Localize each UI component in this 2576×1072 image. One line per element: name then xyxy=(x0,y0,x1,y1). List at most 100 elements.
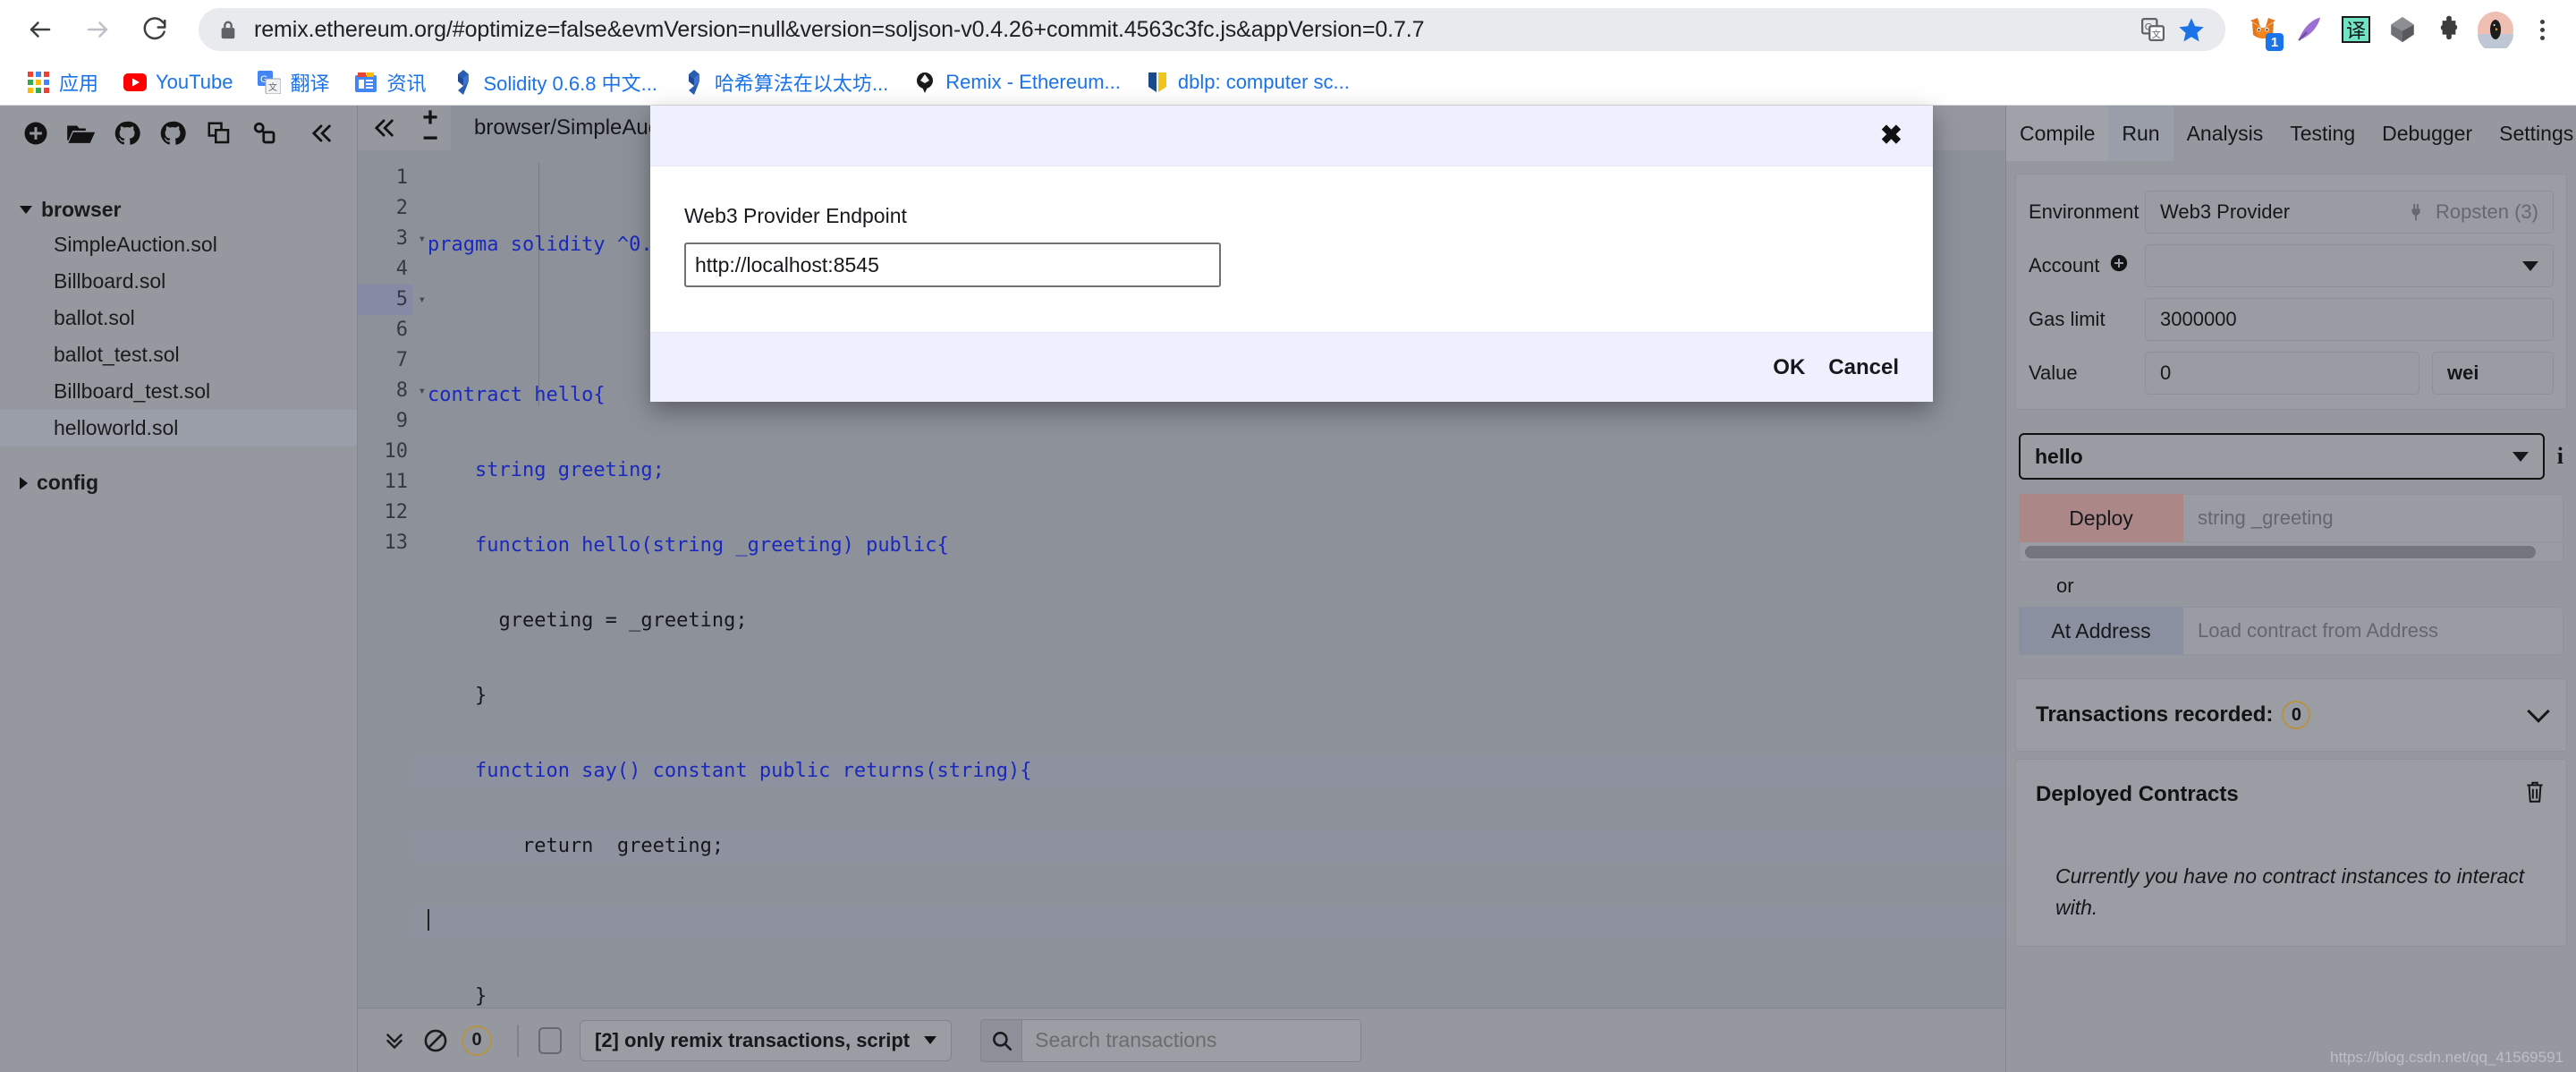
tab-debugger[interactable]: Debugger xyxy=(2368,106,2486,161)
file-item[interactable]: Billboard_test.sol xyxy=(0,373,357,410)
bookmark-dblp[interactable]: dblp: computer sc... xyxy=(1133,64,1362,100)
clear-console-icon[interactable] xyxy=(415,1020,456,1061)
gutter-line[interactable]: 4 xyxy=(358,254,413,285)
code-line[interactable] xyxy=(413,906,2005,938)
line-number: 10 xyxy=(384,440,409,464)
value-input[interactable]: 0 xyxy=(2145,352,2419,395)
bookmark-news[interactable]: 资讯 xyxy=(342,64,438,100)
ok-button[interactable]: OK xyxy=(1773,355,1805,380)
collapse-left-icon[interactable] xyxy=(299,111,344,156)
close-icon[interactable]: ✖ xyxy=(1880,122,1902,149)
web3-endpoint-input[interactable] xyxy=(684,242,1221,287)
code-line[interactable]: } xyxy=(413,982,2005,1008)
contract-select[interactable]: hello xyxy=(2019,433,2545,480)
deploy-progress-bar[interactable] xyxy=(2025,545,2537,558)
gutter-line[interactable]: 9 xyxy=(358,406,413,437)
translate-extension-icon[interactable]: 译 xyxy=(2336,10,2376,49)
deploy-button[interactable]: Deploy xyxy=(2019,494,2183,542)
gutter-line[interactable]: 12 xyxy=(358,498,413,528)
code-line[interactable]: return greeting; xyxy=(413,831,2005,863)
tree-root-browser[interactable]: browser xyxy=(0,193,357,226)
value-unit-select[interactable]: wei xyxy=(2432,352,2554,395)
publish-gist-icon[interactable] xyxy=(105,111,150,156)
tab-settings[interactable]: Settings xyxy=(2486,106,2576,161)
file-item[interactable]: ballot_test.sol xyxy=(0,336,357,373)
info-icon[interactable]: i xyxy=(2557,443,2563,470)
gutter-line[interactable]: 8 ▾ xyxy=(358,376,426,406)
tab-analysis[interactable]: Analysis xyxy=(2174,106,2277,161)
gutter-line[interactable]: 3 ▾ xyxy=(358,224,426,254)
code-line[interactable]: function say() constant public returns(s… xyxy=(413,756,2005,787)
editor-collapse-icon[interactable] xyxy=(358,106,410,150)
code-line[interactable]: string greeting; xyxy=(413,455,2005,486)
create-file-icon[interactable] xyxy=(13,111,58,156)
star-icon[interactable] xyxy=(2177,15,2206,44)
at-address-input[interactable]: Load contract from Address xyxy=(2183,607,2563,655)
extension-badge: 1 xyxy=(2266,33,2284,51)
forward-button[interactable] xyxy=(72,4,123,55)
gutter-line-warning[interactable]: 5 ▾ xyxy=(358,285,426,316)
account-row: Account xyxy=(2029,244,2554,287)
environment-select[interactable]: Web3 Provider Ropsten (3) xyxy=(2145,191,2554,234)
constructor-args-input[interactable]: string _greeting xyxy=(2183,494,2563,542)
tab-testing[interactable]: Testing xyxy=(2276,106,2368,161)
profile-avatar[interactable] xyxy=(2476,10,2515,49)
code-line[interactable]: greeting = _greeting; xyxy=(413,606,2005,636)
bookmark-apps[interactable]: 应用 xyxy=(14,64,111,100)
reload-button[interactable] xyxy=(129,4,181,55)
file-item-selected[interactable]: helloworld.sol xyxy=(0,410,357,447)
bookmark-youtube[interactable]: YouTube xyxy=(111,64,245,100)
ethereum-extension-icon[interactable] xyxy=(2383,10,2422,49)
zoom-out-label[interactable]: − xyxy=(422,124,438,152)
bookmark-translate[interactable]: G 文 翻译 xyxy=(245,64,342,100)
quill-extension-icon[interactable] xyxy=(2290,10,2329,49)
transactions-recorded-card[interactable]: Transactions recorded: 0 xyxy=(2015,678,2567,752)
bookmark-remix[interactable]: Remix - Ethereum... xyxy=(901,64,1133,100)
svg-text:文: 文 xyxy=(2152,29,2161,40)
at-address-button[interactable]: At Address xyxy=(2019,607,2183,655)
code-line[interactable]: } xyxy=(413,681,2005,711)
line-number: 4 xyxy=(395,258,408,281)
connect-localhost-icon[interactable] xyxy=(242,111,287,156)
tab-compile[interactable]: Compile xyxy=(2006,106,2109,161)
gas-limit-input[interactable]: 3000000 xyxy=(2145,298,2554,341)
bookmark-solidity-docs[interactable]: Solidity 0.6.8 中文... xyxy=(439,64,670,100)
account-select[interactable] xyxy=(2145,244,2554,287)
gutter-line[interactable]: 2 xyxy=(358,193,413,224)
gutter-line[interactable]: 6 xyxy=(358,315,413,345)
account-label: Account xyxy=(2029,254,2100,277)
kebab-menu-icon[interactable] xyxy=(2522,10,2562,49)
tree-root-config[interactable]: config xyxy=(0,466,357,499)
code-line[interactable]: function hello(string _greeting) public{ xyxy=(413,531,2005,561)
translate-icon[interactable]: G 文 xyxy=(2140,16,2166,43)
search-transactions-input[interactable] xyxy=(1021,1018,1362,1062)
plus-circle-icon[interactable] xyxy=(2109,253,2129,278)
back-button[interactable] xyxy=(14,4,66,55)
file-item[interactable]: SimpleAuction.sol xyxy=(0,226,357,263)
transaction-search[interactable] xyxy=(980,1018,1362,1062)
gutter-line[interactable]: 13 xyxy=(358,528,413,558)
youtube-icon xyxy=(123,71,148,94)
transaction-filter-select[interactable]: [2] only remix transactions, script xyxy=(580,1019,953,1061)
editor-zoom-controls[interactable]: + − xyxy=(410,104,451,152)
gutter-line[interactable]: 11 xyxy=(358,467,413,498)
copy-gist-icon[interactable] xyxy=(150,111,196,156)
tab-run[interactable]: Run xyxy=(2108,106,2174,161)
open-folder-icon[interactable] xyxy=(58,111,104,156)
trash-icon[interactable] xyxy=(2523,779,2546,809)
puzzle-extension-icon[interactable] xyxy=(2429,10,2469,49)
chevron-down-icon[interactable] xyxy=(2527,700,2550,723)
chevron-double-down-icon[interactable] xyxy=(374,1020,415,1061)
web3-provider-modal: ✖ Web3 Provider Endpoint OK Cancel xyxy=(650,106,1933,402)
gutter-line[interactable]: 10 xyxy=(358,437,413,467)
gutter-line[interactable]: 7 xyxy=(358,345,413,376)
address-bar[interactable]: remix.ethereum.org/#optimize=false&evmVe… xyxy=(199,8,2225,51)
metamask-extension-icon[interactable]: 1 xyxy=(2243,10,2284,51)
gutter-line[interactable]: 1 xyxy=(358,163,413,193)
bookmark-hash-article[interactable]: 哈希算法在以太坊... xyxy=(670,64,901,100)
file-item[interactable]: Billboard.sol xyxy=(0,263,357,300)
cancel-button[interactable]: Cancel xyxy=(1828,355,1899,380)
copy-files-icon[interactable] xyxy=(196,111,242,156)
file-item[interactable]: ballot.sol xyxy=(0,300,357,336)
listen-network-checkbox[interactable] xyxy=(538,1026,562,1054)
